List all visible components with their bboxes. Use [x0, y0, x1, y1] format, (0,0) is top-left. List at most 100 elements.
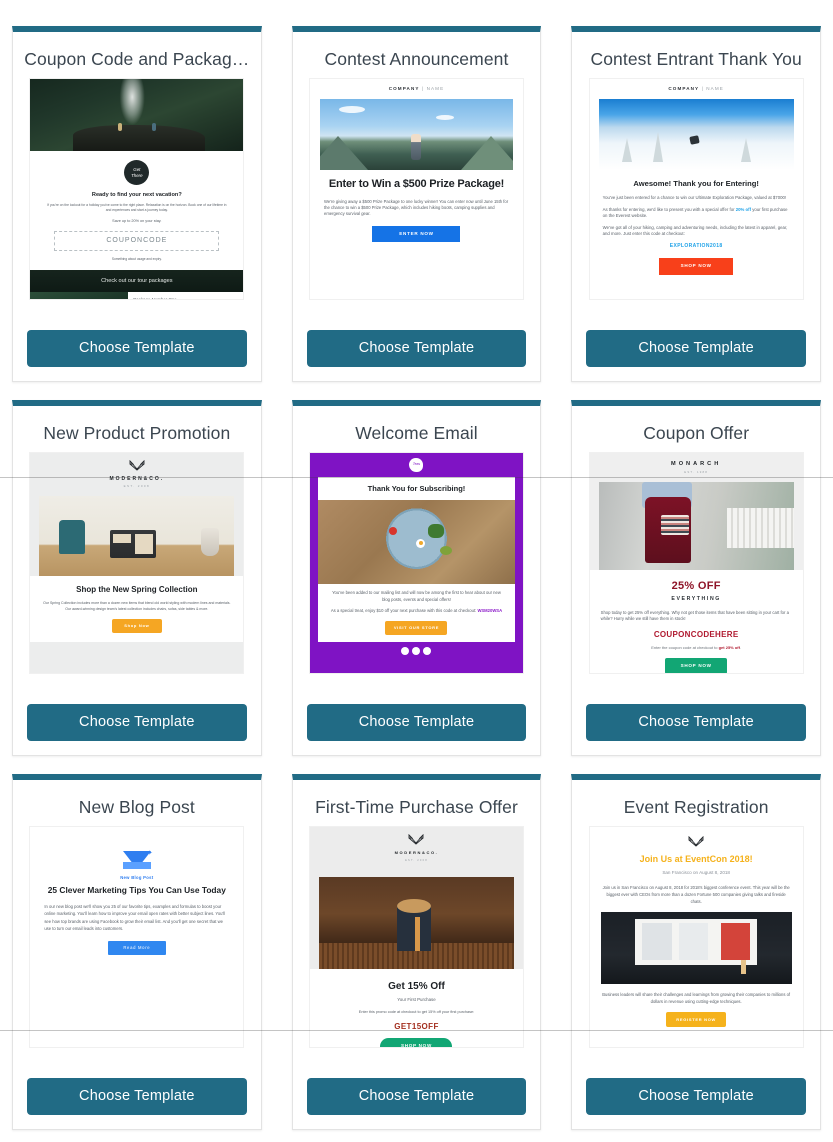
preview-cta-button[interactable]: SHOP NOW	[665, 658, 728, 673]
preview-cta-button[interactable]: REGISTER NOW	[666, 1012, 727, 1028]
template-gallery-grid: Coupon Code and Packag… Ready to find yo…	[0, 0, 833, 1130]
choose-template-button[interactable]: Choose Template	[306, 330, 527, 367]
template-thumbnail[interactable]: Join Us at EventCon 2018! San Francisco …	[588, 826, 804, 1048]
preview-brand: MONARCH	[671, 461, 722, 467]
preview-section-title: Check out our tour packages	[30, 270, 244, 293]
template-preview-wrapper: Thank You for Subscribing! You've been a…	[293, 452, 541, 692]
template-card-coupon-offer[interactable]: Coupon Offer MONARCH EST. 1988 25% OFF E…	[571, 400, 821, 756]
preview-cta-button[interactable]: VISIT OUR STORE	[385, 621, 448, 636]
preview-hero-image	[317, 500, 515, 585]
preview-subhead: EVERYTHING	[671, 596, 721, 603]
preview-brand-bar: COMPANY | NAME	[388, 86, 445, 91]
preview-coupon-code: EXPLORATION2018	[669, 243, 723, 250]
template-thumbnail[interactable]: Thank You for Subscribing! You've been a…	[308, 452, 524, 674]
template-card-first-time-purchase-offer[interactable]: First-Time Purchase Offer MODERN&CO. EST…	[291, 774, 542, 1130]
choose-template-button[interactable]: Choose Template	[306, 1078, 527, 1115]
choose-template-wrapper: Choose Template	[293, 1066, 541, 1129]
preview-offer: Save up to 20% on your stay.	[112, 219, 162, 224]
choose-template-wrapper: Choose Template	[572, 318, 820, 381]
preview-headline: 25 Clever Marketing Tips You Can Use Tod…	[47, 885, 226, 896]
template-card-welcome-email[interactable]: Welcome Email Thank You for Subscribing!…	[291, 400, 542, 756]
preview-brand: MODERN&CO.	[109, 476, 165, 483]
preview-brand-bar: MONARCH EST. 1988	[590, 453, 803, 482]
preview-body-2: Business leaders will share their challe…	[602, 992, 791, 1005]
preview-headline: Awesome! Thank you for Entering!	[633, 178, 759, 188]
template-title: Coupon Code and Packag…	[24, 49, 250, 69]
choose-template-button[interactable]: Choose Template	[586, 704, 806, 741]
preview-logo	[409, 458, 424, 472]
preview-fine-print: Enter the coupon code at checkout to get…	[651, 645, 742, 651]
choose-template-wrapper: Choose Template	[13, 318, 261, 381]
template-title: New Product Promotion	[43, 423, 231, 443]
template-thumbnail[interactable]: New Blog Post 25 Clever Marketing Tips Y…	[29, 826, 245, 1048]
preview-discount-highlight: 20% off	[735, 206, 751, 212]
preview-brand-bar: COMPANY | NAME	[668, 86, 724, 91]
template-title: Contest Entrant Thank You	[590, 49, 802, 69]
template-card-contest-entrant-thank-you[interactable]: Contest Entrant Thank You COMPANY | NAME	[571, 26, 821, 382]
preview-headline: 25% OFF	[671, 579, 721, 592]
preview-cta-button[interactable]: SHOP NOW	[659, 257, 734, 275]
choose-template-wrapper: Choose Template	[293, 318, 541, 381]
template-title: Welcome Email	[355, 423, 478, 443]
template-card-new-blog-post[interactable]: New Blog Post New Blog Post 25 Clever Ma…	[12, 774, 262, 1130]
choose-template-button[interactable]: Choose Template	[306, 704, 527, 741]
google-plus-icon[interactable]	[423, 647, 432, 656]
template-thumbnail[interactable]: Ready to find your next vacation? If you…	[29, 78, 245, 300]
template-title: New Blog Post	[78, 797, 195, 817]
template-preview-wrapper: MODERN&CO. EST. 2008 Get 15% Off Your Fi…	[293, 826, 541, 1066]
diamond-icon	[122, 849, 153, 869]
preview-brand-suffix: NAME	[706, 86, 724, 91]
choose-template-wrapper: Choose Template	[13, 692, 261, 755]
choose-template-button[interactable]: Choose Template	[586, 1078, 806, 1115]
template-card-coupon-code-and-packages[interactable]: Coupon Code and Packag… Ready to find yo…	[12, 26, 262, 382]
preview-cta-button[interactable]: Read More	[107, 940, 166, 956]
template-thumbnail[interactable]: COMPANY | NAME Enter to Win a $500 Prize…	[308, 78, 524, 300]
template-thumbnail[interactable]: MODERN&CO. EST. 2008 Shop the New Spring…	[29, 452, 245, 674]
template-preview-wrapper: New Blog Post 25 Clever Marketing Tips Y…	[13, 826, 261, 1066]
template-card-contest-announcement[interactable]: Contest Announcement COMPANY | NAME Ente…	[291, 26, 542, 382]
preview-hero-image	[600, 912, 792, 985]
template-thumbnail[interactable]: MONARCH EST. 1988 25% OFF EVERYTHING Sho…	[588, 452, 804, 674]
template-card-new-product-promotion[interactable]: New Product Promotion MODERN&CO. EST. 20…	[12, 400, 262, 756]
preview-logo	[124, 160, 150, 185]
preview-coupon-code: COUPONCODE	[54, 230, 220, 252]
preview-coupon-code: GET15OFF	[394, 1022, 439, 1032]
preview-brand: MODERN&CO.	[394, 850, 439, 856]
choose-template-button[interactable]: Choose Template	[27, 1078, 247, 1115]
preview-body: If you're on the lookout for a holiday y…	[47, 203, 227, 213]
preview-package-title: Package Number One	[133, 297, 177, 300]
facebook-icon[interactable]	[401, 647, 410, 656]
preview-brand-sub: EST. 1988	[684, 470, 709, 475]
preview-coupon-code: COUPONCODEHERE	[653, 630, 739, 640]
preview-headline: Join Us at EventCon 2018!	[639, 854, 753, 865]
preview-hero-image	[598, 481, 794, 570]
preview-body-1: You've been added to our mailing list an…	[332, 590, 501, 602]
choose-template-button[interactable]: Choose Template	[27, 704, 247, 741]
template-preview-wrapper: Join Us at EventCon 2018! San Francisco …	[572, 826, 820, 1066]
choose-template-wrapper: Choose Template	[572, 1066, 820, 1129]
preview-social-icons	[318, 642, 515, 656]
preview-coupon-code: WSM20WSA	[477, 607, 503, 613]
choose-template-wrapper: Choose Template	[572, 692, 820, 755]
preview-body: Shop today to get 25% off everything. Wh…	[600, 609, 789, 622]
twitter-icon[interactable]	[412, 647, 421, 656]
choose-template-button[interactable]: Choose Template	[586, 330, 806, 367]
preview-body-2: As a special treat, enjoy $10 off your n…	[330, 607, 503, 613]
template-preview-wrapper: COMPANY | NAME Awesome! Thank you for En…	[572, 78, 820, 318]
preview-cta-button[interactable]: ENTER NOW	[372, 225, 461, 243]
preview-headline: Ready to find your next vacation?	[91, 192, 182, 198]
preview-body-3: We've got all of your hiking, camping an…	[602, 224, 788, 237]
fox-logo-icon	[129, 459, 145, 471]
preview-cta-button[interactable]: Shop Now	[111, 618, 162, 633]
preview-kicker: New Blog Post	[120, 875, 154, 880]
template-thumbnail[interactable]: COMPANY | NAME Awesome! Thank you for En…	[588, 78, 804, 300]
template-preview-wrapper: COMPANY | NAME Enter to Win a $500 Prize…	[293, 78, 541, 318]
preview-cta-button[interactable]: SHOP NOW	[380, 1038, 453, 1047]
preview-hero-image	[598, 98, 794, 170]
choose-template-button[interactable]: Choose Template	[27, 330, 247, 367]
template-thumbnail[interactable]: MODERN&CO. EST. 2008 Get 15% Off Your Fi…	[308, 826, 524, 1048]
template-card-event-registration[interactable]: Event Registration Join Us at EventCon 2…	[571, 774, 821, 1130]
fox-logo-icon	[409, 833, 424, 845]
fox-logo-icon	[688, 835, 704, 847]
preview-brand-bar: MODERN&CO. EST. 2008	[310, 827, 523, 877]
